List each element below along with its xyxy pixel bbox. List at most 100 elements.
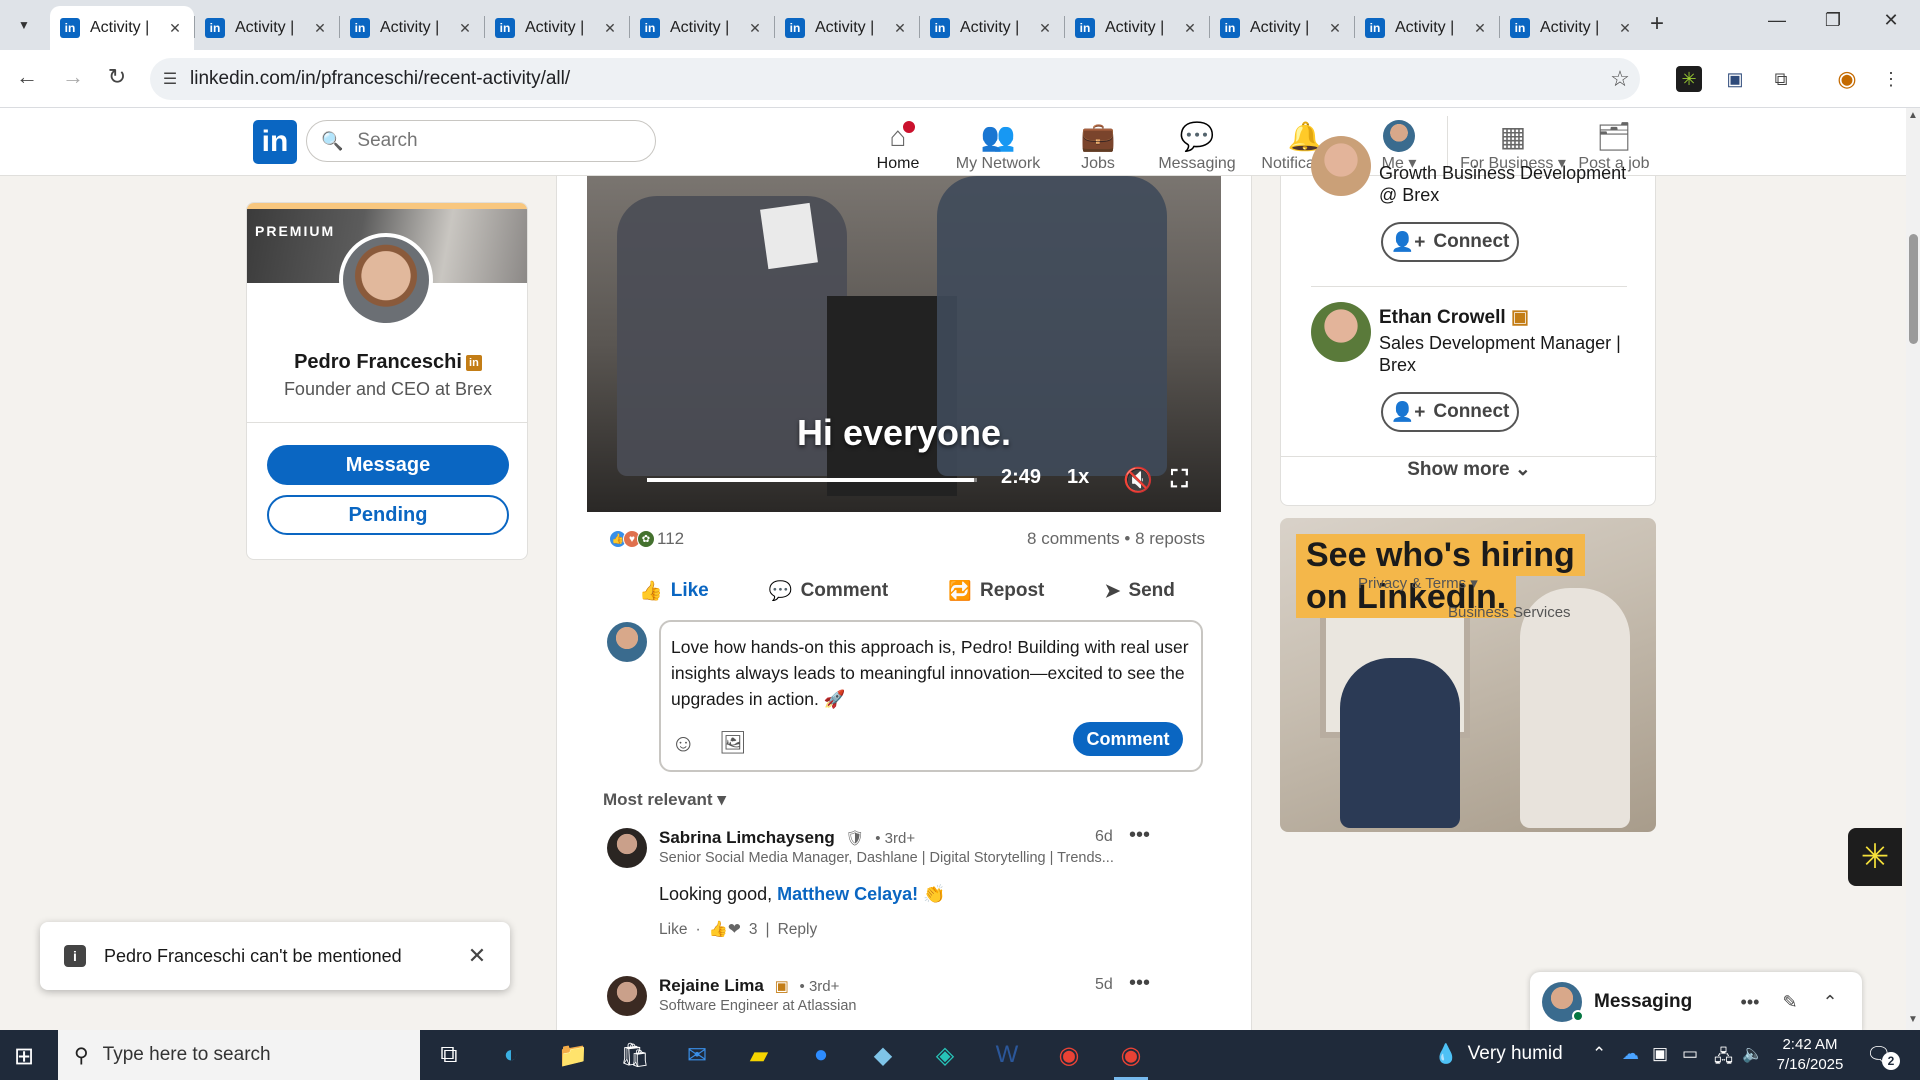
repost-button[interactable]: 🔁 Repost <box>948 579 1044 603</box>
close-tab-icon[interactable]: ✕ <box>746 20 764 37</box>
message-button[interactable]: Message <box>267 445 509 485</box>
browser-tab[interactable]: in Activity | ✕ <box>1355 6 1499 50</box>
search-input[interactable] <box>357 130 618 152</box>
browser-tab[interactable]: in Activity | ✕ <box>775 6 919 50</box>
taskbar-search-placeholder[interactable]: Type here to search <box>103 1044 271 1066</box>
browser-tab[interactable]: in Activity | ✕ <box>195 6 339 50</box>
close-tab-icon[interactable]: ✕ <box>1036 20 1054 37</box>
close-tab-icon[interactable]: ✕ <box>891 20 909 37</box>
profile-photo[interactable] <box>339 233 433 327</box>
mail-icon[interactable]: ✉ <box>676 1038 718 1072</box>
tab-title[interactable]: Activity | <box>815 19 891 37</box>
browser-tab[interactable]: in Activity | ✕ <box>1500 6 1644 50</box>
close-tab-icon[interactable]: ✕ <box>166 20 184 37</box>
comment-like-button[interactable]: Like <box>659 921 687 939</box>
privacy-terms-link[interactable]: Privacy & Terms ▾ <box>1358 574 1478 592</box>
nav-jobs[interactable]: 💼 Jobs <box>1072 114 1124 174</box>
notification-center-icon[interactable]: 🗨 2 <box>1866 1042 1900 1070</box>
business-services-link[interactable]: Business Services <box>1448 604 1571 621</box>
fullscreen-icon[interactable]: ⛶ <box>1171 466 1188 494</box>
tab-title[interactable]: Activity | <box>1250 19 1326 37</box>
forward-button[interactable]: → <box>58 64 88 90</box>
messaging-widget[interactable]: Messaging ••• ✎ ⌃ <box>1530 972 1862 1032</box>
hiring-ad[interactable]: See who's hiring on LinkedIn. Privacy & … <box>1280 518 1656 832</box>
chevron-up-icon[interactable]: ⌃ <box>1810 992 1850 1013</box>
suggestion-name[interactable]: Ethan Crowell ▣ <box>1379 306 1529 329</box>
commenter-avatar[interactable] <box>607 976 647 1016</box>
browser-tab[interactable]: in Activity | ✕ <box>1210 6 1354 50</box>
compose-message-icon[interactable]: ✎ <box>1770 992 1810 1013</box>
browser-tab[interactable]: in Activity | ✕ <box>630 6 774 50</box>
browser-tab[interactable]: in Activity | ✕ <box>920 6 1064 50</box>
search-box[interactable]: 🔍 <box>306 120 656 162</box>
comment-sort-dropdown[interactable]: Most relevant ▾ <box>603 790 726 810</box>
site-info-icon[interactable]: ☰ <box>150 69 190 89</box>
close-tab-icon[interactable]: ✕ <box>311 20 329 37</box>
mention-link[interactable]: Matthew Celaya! <box>777 884 918 904</box>
tab-title[interactable]: Activity | <box>525 19 601 37</box>
send-button[interactable]: ➤ Send <box>1105 580 1175 603</box>
tray-app-icon[interactable]: ▣ <box>1652 1044 1668 1064</box>
close-tab-icon[interactable]: ✕ <box>601 20 619 37</box>
sticky-notes-icon[interactable]: ▰ <box>738 1038 780 1072</box>
close-window-button[interactable]: ✕ <box>1876 10 1906 31</box>
maximize-button[interactable]: ❐ <box>1818 10 1848 31</box>
new-tab-button[interactable]: + <box>1650 10 1664 38</box>
chrome-icon[interactable]: ◉ <box>1048 1038 1090 1072</box>
url-text[interactable]: linkedin.com/in/pfranceschi/recent-activ… <box>190 68 1600 90</box>
commenter-name[interactable]: Sabrina Limchayseng <box>659 828 835 847</box>
reaction-icons[interactable]: 👍 ♥ ✿ <box>609 530 655 548</box>
suggestion-avatar[interactable] <box>1311 302 1371 362</box>
browser-tab[interactable]: in Activity | ✕ <box>1065 6 1209 50</box>
app-icon[interactable]: ◈ <box>924 1038 966 1072</box>
assistant-extension-icon[interactable]: ✳ <box>1848 828 1902 886</box>
windows-start-icon[interactable]: ⊞ <box>14 1042 34 1071</box>
extensions-puzzle-icon[interactable]: ⧉ <box>1768 66 1794 92</box>
tray-chevron-icon[interactable]: ⌃ <box>1592 1044 1606 1064</box>
linkedin-logo-icon[interactable]: in <box>253 120 297 164</box>
comments-count[interactable]: 8 comments <box>1027 529 1120 548</box>
browser-menu-icon[interactable]: ⋮ <box>1878 66 1904 92</box>
suggestion-avatar[interactable] <box>1311 136 1371 196</box>
close-tab-icon[interactable]: ✕ <box>1471 20 1489 37</box>
scroll-up-icon[interactable]: ▲ <box>1906 110 1920 121</box>
extension-asterisk-icon[interactable]: ✳ <box>1676 66 1702 92</box>
toast-close-icon[interactable]: ✕ <box>462 943 492 969</box>
tab-search-chevron-icon[interactable]: ▼ <box>10 12 38 38</box>
onedrive-icon[interactable]: ☁ <box>1622 1044 1639 1064</box>
nav-messaging[interactable]: 💬 Messaging <box>1154 114 1240 174</box>
video-progress-bar[interactable] <box>647 478 977 482</box>
playback-speed-button[interactable]: 1x <box>1067 466 1089 489</box>
comment-composer[interactable]: Love how hands-on this approach is, Pedr… <box>659 620 1203 772</box>
connect-button[interactable]: 👤+ Connect <box>1381 222 1519 262</box>
close-tab-icon[interactable]: ✕ <box>1326 20 1344 37</box>
bookmark-star-icon[interactable]: ☆ <box>1600 66 1640 92</box>
profile-name[interactable]: Pedro Franceschi in <box>247 351 527 374</box>
image-icon[interactable]: 🖼 <box>719 730 747 756</box>
zoom-icon[interactable]: ● <box>800 1038 842 1072</box>
comment-more-icon[interactable]: ••• <box>1129 972 1150 995</box>
pending-button[interactable]: Pending <box>267 495 509 535</box>
browser-tab[interactable]: in Activity | ✕ <box>340 6 484 50</box>
scroll-down-icon[interactable]: ▼ <box>1906 1014 1920 1025</box>
comment-more-icon[interactable]: ••• <box>1129 824 1150 847</box>
comment-reply-button[interactable]: Reply <box>778 921 818 939</box>
messaging-label[interactable]: Messaging <box>1594 991 1730 1013</box>
reactions-count[interactable]: 112 <box>657 529 684 549</box>
reposts-count[interactable]: 8 reposts <box>1135 529 1205 548</box>
comment-reaction-count[interactable]: 3 <box>749 921 758 939</box>
word-icon[interactable]: W <box>986 1038 1028 1072</box>
tab-title[interactable]: Activity | <box>1395 19 1471 37</box>
close-tab-icon[interactable]: ✕ <box>456 20 474 37</box>
like-button[interactable]: 👍 Like <box>639 579 709 603</box>
minimize-button[interactable]: — <box>1762 10 1792 31</box>
profile-icon[interactable]: ◉ <box>1834 66 1860 92</box>
comment-reactions-icon[interactable]: 👍❤ <box>709 920 741 939</box>
tab-title[interactable]: Activity | <box>90 19 166 37</box>
browser-tab[interactable]: in Activity | ✕ <box>50 6 194 50</box>
taskbar-clock[interactable]: 2:42 AM 7/16/2025 <box>1760 1035 1860 1075</box>
post-video[interactable]: Hi everyone. 2:49 1x 🔇 ⛶ <box>587 176 1221 512</box>
tab-title[interactable]: Activity | <box>1105 19 1181 37</box>
weather-widget[interactable]: 💧 Very humid <box>1434 1042 1563 1066</box>
nav-my-network[interactable]: 👥 My Network <box>950 114 1046 174</box>
